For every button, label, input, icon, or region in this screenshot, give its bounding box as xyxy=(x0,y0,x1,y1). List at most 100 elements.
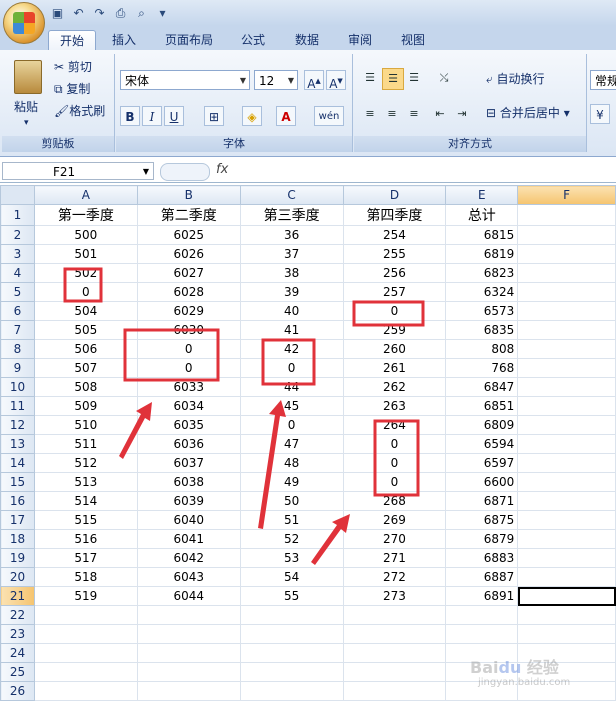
grid-cell[interactable]: 0 xyxy=(239,358,344,378)
grid-cell[interactable] xyxy=(239,605,344,625)
grow-font-button[interactable]: A▲ xyxy=(304,70,324,91)
grid-cell[interactable]: 6815 xyxy=(445,225,519,245)
grid-cell[interactable] xyxy=(342,643,447,663)
save-icon[interactable]: ▣ xyxy=(50,6,65,21)
grid-cell[interactable]: 260 xyxy=(342,339,447,359)
grid-cell[interactable]: 270 xyxy=(342,529,447,549)
grid-cell[interactable] xyxy=(136,662,241,682)
select-all-corner[interactable] xyxy=(0,185,35,205)
grid-cell[interactable] xyxy=(517,510,616,530)
grid-cell[interactable]: 6028 xyxy=(136,282,241,302)
paste-dropdown-icon[interactable]: ▾ xyxy=(24,114,29,132)
grid-cell[interactable]: 37 xyxy=(239,244,344,264)
orientation-icon[interactable]: ⤯ xyxy=(434,68,454,88)
grid-cell[interactable]: 42 xyxy=(239,339,344,359)
cut-button[interactable]: ✂ 剪切 xyxy=(54,58,92,76)
grid-cell[interactable]: 6809 xyxy=(445,415,519,435)
grid-cell[interactable]: 6025 xyxy=(136,225,241,245)
grid-cell[interactable] xyxy=(136,605,241,625)
grid-cell[interactable] xyxy=(517,472,616,492)
row-header[interactable]: 19 xyxy=(0,548,35,568)
grid-cell[interactable] xyxy=(517,282,616,302)
row-header[interactable]: 20 xyxy=(0,567,35,587)
row-header[interactable]: 12 xyxy=(0,415,35,435)
grid-cell[interactable]: 6573 xyxy=(445,301,519,321)
grid-cell[interactable] xyxy=(33,681,138,701)
grid-cell[interactable]: 768 xyxy=(445,358,519,378)
grid-cell[interactable] xyxy=(517,263,616,283)
grid-cell[interactable] xyxy=(517,605,616,625)
align-middle-icon[interactable]: ☰ xyxy=(382,68,404,90)
row-header[interactable]: 4 xyxy=(0,263,35,283)
grid-cell[interactable] xyxy=(445,605,519,625)
grid-cell[interactable]: 51 xyxy=(239,510,344,530)
grid-cell[interactable]: 255 xyxy=(342,244,447,264)
shrink-font-button[interactable]: A▼ xyxy=(326,70,346,91)
grid-cell[interactable]: 6044 xyxy=(136,586,241,606)
grid-cell[interactable]: 45 xyxy=(239,396,344,416)
grid-cell[interactable] xyxy=(33,605,138,625)
grid-cell[interactable]: 0 xyxy=(136,358,241,378)
row-header[interactable]: 7 xyxy=(0,320,35,340)
italic-button[interactable]: I xyxy=(142,106,162,126)
tab-insert[interactable]: 插入 xyxy=(104,30,144,50)
grid-cell[interactable] xyxy=(33,662,138,682)
grid-cell[interactable]: 44 xyxy=(239,377,344,397)
grid-cell[interactable]: 512 xyxy=(33,453,138,473)
grid-cell[interactable]: 261 xyxy=(342,358,447,378)
row-header[interactable]: 10 xyxy=(0,377,35,397)
grid-cell[interactable]: 55 xyxy=(239,586,344,606)
grid-cell[interactable] xyxy=(239,624,344,644)
formula-bar-expander[interactable] xyxy=(160,163,210,181)
grid-cell[interactable] xyxy=(517,434,616,454)
grid-cell[interactable]: 总计 xyxy=(445,204,519,226)
grid-cell[interactable]: 0 xyxy=(33,282,138,302)
font-color-icon[interactable]: A xyxy=(276,106,296,126)
grid-cell[interactable]: 第二季度 xyxy=(136,204,241,226)
borders-icon[interactable]: ⊞ xyxy=(204,106,224,126)
grid-cell[interactable]: 500 xyxy=(33,225,138,245)
grid-cell[interactable]: 6600 xyxy=(445,472,519,492)
grid-cell[interactable]: 510 xyxy=(33,415,138,435)
row-header[interactable]: 15 xyxy=(0,472,35,492)
grid-cell[interactable] xyxy=(517,320,616,340)
grid-cell[interactable]: 6033 xyxy=(136,377,241,397)
row-header[interactable]: 3 xyxy=(0,244,35,264)
tab-home[interactable]: 开始 xyxy=(48,30,96,51)
customize-qat-icon[interactable]: ▾ xyxy=(155,6,170,21)
row-header[interactable]: 18 xyxy=(0,529,35,549)
grid-cell[interactable]: 47 xyxy=(239,434,344,454)
grid-cell[interactable]: 0 xyxy=(239,415,344,435)
row-header[interactable]: 6 xyxy=(0,301,35,321)
align-top-icon[interactable]: ☰ xyxy=(360,68,380,88)
grid-cell[interactable]: 0 xyxy=(342,434,447,454)
grid-cell[interactable]: 6029 xyxy=(136,301,241,321)
column-header[interactable]: F xyxy=(517,185,616,205)
grid-cell[interactable] xyxy=(517,548,616,568)
grid-cell[interactable] xyxy=(239,643,344,663)
grid-cell[interactable] xyxy=(517,567,616,587)
row-header[interactable]: 24 xyxy=(0,643,35,663)
grid-cell[interactable]: 49 xyxy=(239,472,344,492)
grid-cell[interactable]: 264 xyxy=(342,415,447,435)
grid-cell[interactable]: 501 xyxy=(33,244,138,264)
grid-cell[interactable]: 262 xyxy=(342,377,447,397)
align-center-icon[interactable]: ≡ xyxy=(382,104,402,124)
grid-cell[interactable]: 6041 xyxy=(136,529,241,549)
grid-cell[interactable]: 6036 xyxy=(136,434,241,454)
grid-cell[interactable]: 6887 xyxy=(445,567,519,587)
grid-cell[interactable] xyxy=(342,624,447,644)
align-bottom-icon[interactable]: ☰ xyxy=(404,68,424,88)
grid-cell[interactable]: 41 xyxy=(239,320,344,340)
row-header[interactable]: 22 xyxy=(0,605,35,625)
fill-color-icon[interactable]: ◈ xyxy=(242,106,262,126)
office-button[interactable] xyxy=(3,2,45,44)
grid-cell[interactable] xyxy=(33,624,138,644)
grid-cell[interactable]: 0 xyxy=(342,301,447,321)
grid-cell[interactable] xyxy=(136,643,241,663)
grid-cell[interactable]: 39 xyxy=(239,282,344,302)
grid-cell[interactable] xyxy=(517,624,616,644)
row-header[interactable]: 16 xyxy=(0,491,35,511)
grid-cell[interactable]: 511 xyxy=(33,434,138,454)
grid-cell[interactable]: 6875 xyxy=(445,510,519,530)
